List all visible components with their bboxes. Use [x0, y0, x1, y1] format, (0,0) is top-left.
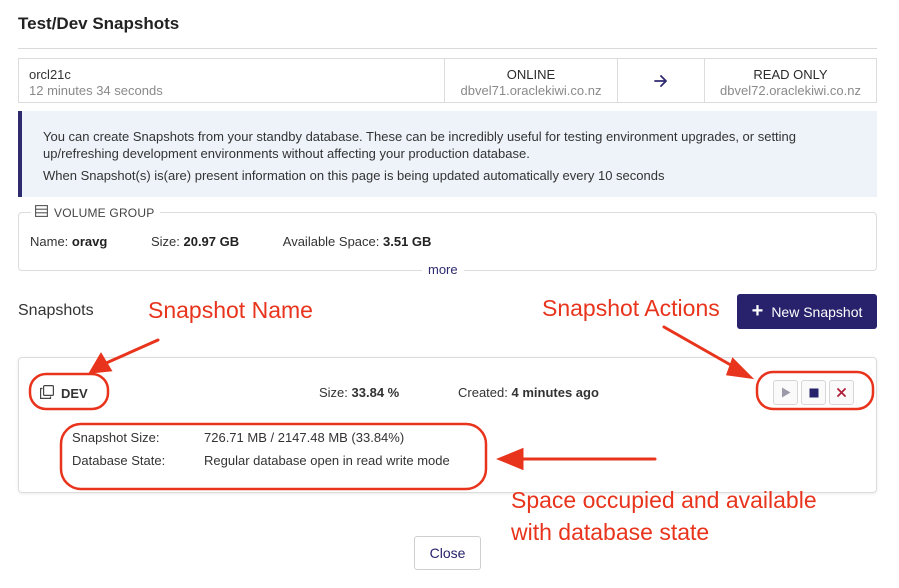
annotation-space-line1: Space occupied and available — [511, 487, 817, 513]
snapshot-name-highlight — [28, 372, 110, 411]
annotation-snapshot-name: Snapshot Name — [148, 297, 313, 323]
annotation-snapshot-actions: Snapshot Actions — [542, 295, 720, 321]
arrow-head-name — [88, 352, 113, 374]
arrow-to-name — [102, 338, 160, 366]
annotation-space-line2: with database state — [511, 519, 710, 545]
snapshot-details-highlight — [59, 422, 488, 491]
arrow-head-details — [496, 447, 524, 471]
arrow-head-actions — [725, 357, 755, 380]
snapshot-actions-highlight — [755, 370, 875, 411]
arrow-to-actions — [662, 325, 738, 370]
